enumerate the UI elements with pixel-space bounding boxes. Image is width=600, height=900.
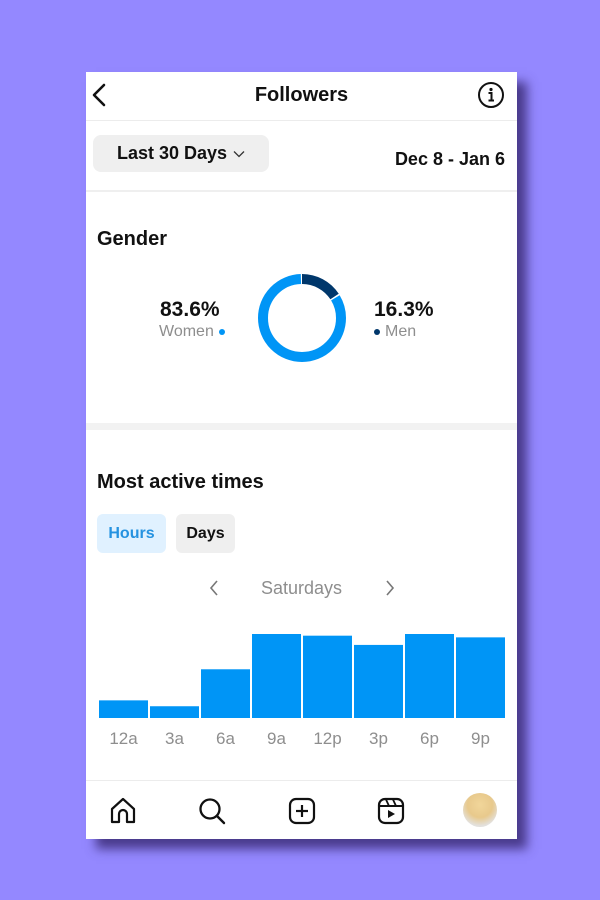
bar-3p[interactable] [354, 644, 403, 718]
x-tick-label: 12p [313, 729, 341, 748]
bar-12a[interactable] [99, 700, 148, 718]
bar-12p[interactable] [303, 635, 352, 718]
reels-icon[interactable] [375, 795, 407, 827]
active-times-title: Most active times [97, 471, 264, 493]
section-separator [86, 423, 517, 430]
x-tick-label: 6p [420, 729, 439, 748]
home-icon[interactable] [107, 795, 139, 827]
chevron-down-icon [233, 150, 245, 157]
tab-hours[interactable]: Hours [97, 514, 166, 553]
divider [86, 190, 517, 192]
search-icon[interactable] [196, 795, 228, 827]
gender-title: Gender [97, 228, 168, 250]
bottom-nav [86, 781, 517, 839]
followers-insights-screen: Followers Last 30 Days Dec 8 - Jan 6 Gen… [86, 72, 517, 839]
x-tick-label: 6a [216, 729, 235, 748]
bar-3a[interactable] [150, 706, 199, 718]
bar-6p[interactable] [405, 634, 454, 718]
men-legend: Men [374, 323, 416, 341]
women-legend: Women [159, 323, 225, 341]
plus-square-icon[interactable] [286, 795, 318, 827]
men-percent: 16.3% [374, 298, 434, 321]
page-title: Followers [254, 84, 349, 106]
profile-avatar[interactable] [463, 793, 497, 827]
date-range-text: Dec 8 - Jan 6 [394, 149, 505, 169]
x-tick-label: 3a [165, 729, 184, 748]
tab-days[interactable]: Days [176, 514, 235, 553]
women-dot [218, 329, 225, 335]
x-tick-label: 9p [471, 729, 490, 748]
bar-9p[interactable] [456, 637, 505, 718]
bar-6a[interactable] [201, 669, 250, 718]
men-dot [374, 329, 380, 335]
bar-9a[interactable] [252, 634, 301, 718]
info-circle-icon[interactable] [477, 81, 505, 109]
x-tick-label: 12a [109, 729, 138, 748]
gender-donut-chart [258, 274, 346, 362]
women-percent: 83.6% [160, 298, 220, 321]
date-range-dropdown[interactable]: Last 30 Days [93, 135, 269, 172]
x-tick-label: 3p [369, 729, 388, 748]
chevron-right-icon[interactable] [380, 576, 400, 600]
top-bar: Followers [86, 72, 517, 121]
active-times-bar-chart: 12a 3a 6a 9a 12p 3p 6p 9p [99, 634, 505, 748]
date-range-label: Last 30 Days [116, 143, 228, 163]
x-tick-label: 9a [267, 729, 286, 748]
day-label: Saturdays [260, 578, 343, 598]
men-label: Men [385, 323, 417, 340]
women-label: Women [159, 323, 214, 340]
day-navigator: Saturdays [86, 574, 517, 604]
